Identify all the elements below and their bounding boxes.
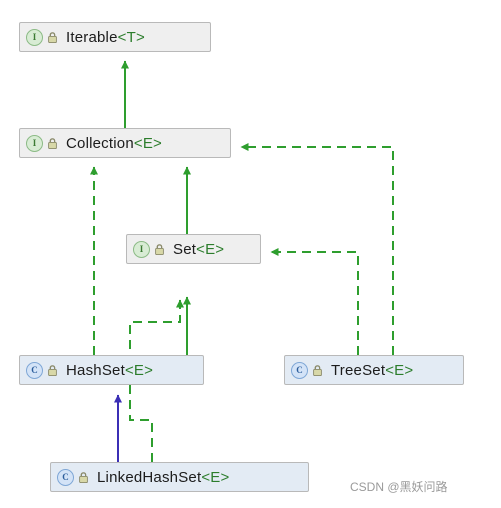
interface-badge-icon: I	[133, 240, 150, 258]
node-label-set: Set<E>	[173, 240, 225, 258]
node-iterable[interactable]: I Iterable<T>	[19, 22, 211, 52]
node-label-hashset: HashSet<E>	[66, 361, 154, 379]
watermark-text: CSDN @黑妖问路	[350, 480, 448, 494]
node-treeset[interactable]: C TreeSet<E>	[284, 355, 464, 385]
lock-icon	[47, 31, 58, 44]
node-collection[interactable]: I Collection<E>	[19, 128, 231, 158]
interface-badge-icon: I	[26, 134, 43, 152]
class-badge-icon: C	[291, 361, 308, 379]
diagram-canvas: I Iterable<T> I Collection<E> I Set<E> C…	[0, 0, 501, 508]
class-badge-icon: C	[57, 468, 74, 486]
edge-treeset-to-set	[270, 248, 359, 355]
class-badge-icon: C	[26, 361, 43, 379]
lock-icon	[78, 471, 89, 484]
node-linkedhashset[interactable]: C LinkedHashSet<E>	[50, 462, 309, 492]
lock-icon	[312, 364, 323, 377]
node-label-treeset: TreeSet<E>	[331, 361, 414, 379]
node-set[interactable]: I Set<E>	[126, 234, 261, 264]
lock-icon	[47, 364, 58, 377]
interface-badge-icon: I	[26, 28, 43, 46]
node-label-iterable: Iterable<T>	[66, 28, 145, 46]
node-hashset[interactable]: C HashSet<E>	[19, 355, 204, 385]
lock-icon	[47, 137, 58, 150]
node-label-collection: Collection<E>	[66, 134, 162, 152]
lock-icon	[154, 243, 165, 256]
node-label-linkedhashset: LinkedHashSet<E>	[97, 468, 230, 486]
